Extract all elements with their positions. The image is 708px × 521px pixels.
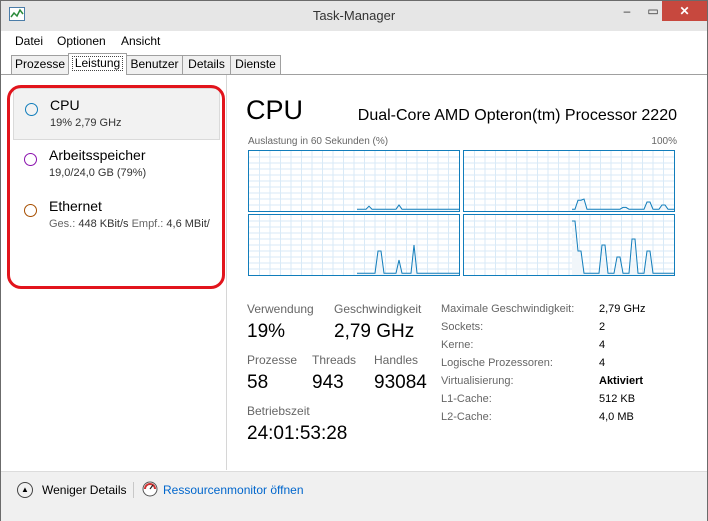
spec-value: 2 (599, 321, 606, 333)
cpu-model: Dual-Core AMD Opteron(tm) Processor 2220 (357, 107, 677, 124)
core-graph-4 (463, 214, 675, 276)
fewer-details-link[interactable]: Weniger Details (42, 483, 126, 497)
spec-value: 4 (599, 357, 606, 369)
cpu-title: CPU (246, 95, 304, 125)
tab-label: Dienste (235, 57, 276, 71)
cpu-usage-line (572, 220, 674, 274)
spec-label: L1-Cache: (441, 393, 492, 405)
spec-value: 4,0 MB (599, 411, 634, 423)
spec-label: Logische Prozessoren: (441, 357, 553, 369)
cpu-usage-line (357, 204, 459, 210)
task-manager-window: Task-Manager – ▭ ✕ Datei Optionen Ansich… (0, 0, 708, 521)
tab-label: Details (188, 57, 225, 71)
menu-optionen[interactable]: Optionen (57, 34, 106, 48)
handles-label: Handles (374, 353, 419, 367)
tab-leistung[interactable]: Leistung (68, 53, 127, 75)
menu-datei[interactable]: Datei (15, 34, 43, 48)
cpu-usage-area (357, 245, 459, 275)
cpu-usage-area (357, 205, 459, 211)
usage-value: 19% (247, 321, 286, 342)
tab-label: Benutzer (130, 57, 179, 71)
minimize-button[interactable]: – (614, 1, 640, 21)
chevron-up-icon[interactable]: ▲ (17, 482, 33, 498)
core-graph-1-plot (249, 151, 459, 211)
tab-strip: Prozesse Leistung Benutzer Details Diens… (1, 52, 707, 75)
tab-dienste[interactable]: Dienste (230, 55, 281, 75)
core-graph-2 (463, 150, 675, 212)
cpu-detail-panel: CPU Dual-Core AMD Opteron(tm) Processor … (227, 75, 707, 470)
close-button[interactable]: ✕ (662, 1, 707, 21)
graph-label: Auslastung in 60 Sekunden (%) (248, 136, 389, 147)
processes-label: Prozesse (247, 353, 298, 367)
cpu-usage-line (572, 198, 674, 210)
spec-label: Virtualisierung: (441, 375, 514, 387)
handles-value: 93084 (374, 372, 427, 393)
usage-label: Verwendung (247, 302, 314, 316)
spec-label: Kerne: (441, 339, 474, 351)
spec-value: 2,79 GHz (599, 303, 646, 315)
speed-value: 2,79 GHz (334, 321, 415, 342)
title-bar[interactable]: Task-Manager – ▭ ✕ (1, 1, 707, 31)
tab-benutzer[interactable]: Benutzer (126, 55, 183, 75)
spec-label: Maximale Geschwindigkeit: (441, 303, 575, 315)
open-resource-monitor-link[interactable]: Ressourcenmonitor öffnen (163, 483, 304, 497)
threads-label: Threads (312, 353, 357, 367)
spec-label: Sockets: (441, 321, 484, 333)
spec-value: 4 (599, 339, 606, 351)
tab-details[interactable]: Details (182, 55, 231, 75)
tab-prozesse[interactable]: Prozesse (11, 55, 69, 75)
core-graph-4-plot (464, 215, 674, 275)
menu-ansicht[interactable]: Ansicht (121, 34, 160, 48)
core-graph-3-plot (249, 215, 459, 275)
menu-bar: Datei Optionen Ansicht (1, 31, 707, 51)
spec-value: 512 KB (599, 393, 636, 405)
uptime-label: Betriebszeit (247, 404, 310, 418)
cpu-usage-area (572, 221, 674, 275)
footer-bar: ▲ Weniger Details Ressourcenmonitor öffn… (1, 471, 707, 521)
highlight-frame (7, 85, 225, 289)
processes-value: 58 (247, 372, 269, 393)
uptime-value: 24:01:53:28 (247, 423, 348, 444)
graph-max-label: 100% (651, 136, 677, 147)
threads-value: 943 (312, 372, 344, 393)
tab-label: Prozesse (14, 57, 66, 71)
footer-separator (133, 482, 134, 498)
speed-label: Geschwindigkeit (334, 302, 422, 316)
tab-label: Leistung (71, 56, 124, 71)
core-graph-2-plot (464, 151, 674, 211)
window-title: Task-Manager (312, 8, 396, 23)
core-graph-1 (248, 150, 460, 212)
spec-value: Aktiviert (599, 375, 644, 387)
core-graph-3 (248, 214, 460, 276)
resource-monitor-icon (142, 481, 158, 497)
spec-label: L2-Cache: (441, 411, 492, 423)
